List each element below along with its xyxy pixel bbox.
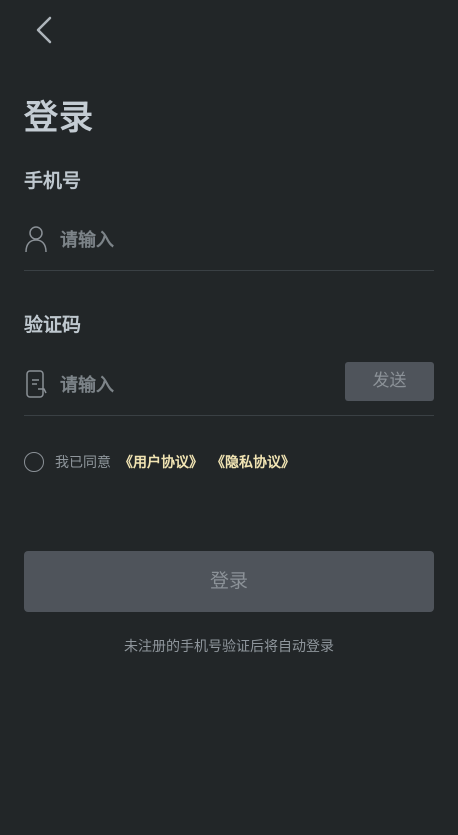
- back-button[interactable]: [30, 14, 60, 46]
- auto-register-hint: 未注册的手机号验证后将自动登录: [124, 639, 334, 655]
- chevron-left-icon: [36, 16, 52, 44]
- agreement-row: 我已同意 《用户协议》 《隐私协议》: [24, 451, 303, 473]
- send-code-button[interactable]: 发送: [345, 362, 434, 401]
- user-icon: [25, 226, 47, 253]
- phone-input[interactable]: [58, 222, 332, 258]
- phone-message-icon: [26, 370, 47, 398]
- login-button[interactable]: 登录: [24, 551, 434, 612]
- phone-label: 手机号: [24, 170, 82, 192]
- agreement-text: 我已同意: [55, 455, 111, 471]
- code-field-row: 发送: [24, 355, 434, 416]
- privacy-agreement-link[interactable]: 《隐私协议》: [211, 452, 295, 472]
- code-label: 验证码: [24, 314, 82, 336]
- code-input[interactable]: [58, 367, 332, 403]
- user-agreement-link[interactable]: 《用户协议》: [119, 452, 203, 472]
- phone-field-row: [24, 210, 434, 271]
- agree-radio[interactable]: [24, 452, 44, 472]
- page-title: 登录: [24, 98, 94, 138]
